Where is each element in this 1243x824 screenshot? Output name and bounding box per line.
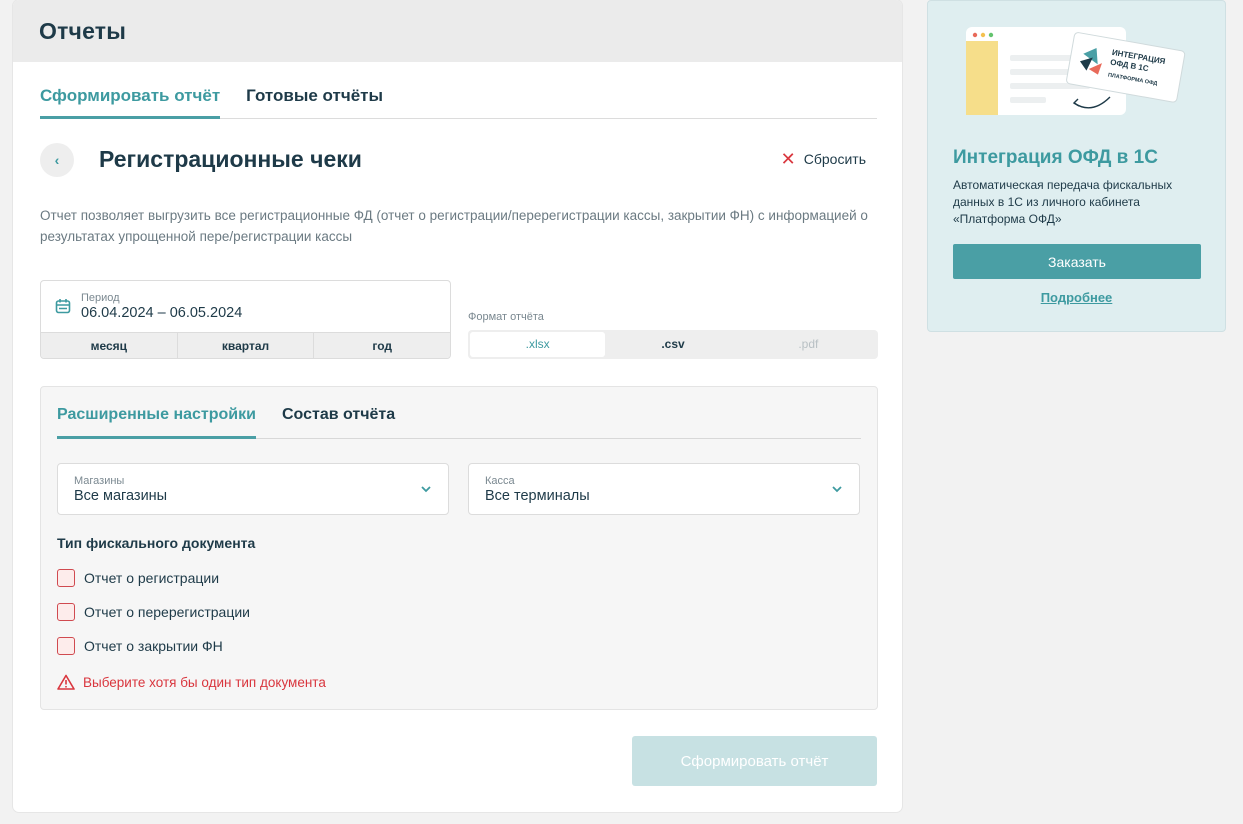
period-label: Период [81, 292, 120, 304]
period-picker: Период 06.04.2024 – 06.05.2024 месяц ква… [40, 280, 451, 359]
doc-type-registration[interactable]: Отчет о регистрации [57, 569, 219, 587]
format-pdf-option: .pdf [798, 337, 819, 351]
back-button[interactable]: ‹ [40, 143, 74, 177]
period-field[interactable]: Период 06.04.2024 – 06.05.2024 [41, 281, 450, 332]
period-quarter-button[interactable]: квартал [178, 333, 315, 358]
chevron-down-icon [421, 486, 431, 493]
period-month-button[interactable]: месяц [41, 333, 178, 358]
tab-report-composition[interactable]: Состав отчёта [282, 403, 395, 439]
kassa-label: Касса [485, 475, 515, 487]
checkbox-label: Отчет о перерегистрации [84, 604, 250, 620]
checkbox-label: Отчет о регистрации [84, 570, 220, 586]
integration-illustration: ИНТЕГРАЦИЯ ОФД В 1С ПЛАТФОРМА ОФД [966, 27, 1186, 115]
kassa-value: Все терминалы [485, 488, 590, 504]
top-tabs: Сформировать отчёт Готовые отчёты [40, 86, 877, 119]
warning-icon [57, 674, 75, 690]
generate-report-button[interactable]: Сформировать отчёт [632, 736, 877, 786]
period-value: 06.04.2024 – 06.05.2024 [81, 305, 243, 321]
format-xlsx-option[interactable]: .xlsx [470, 332, 606, 357]
checkbox-label: Отчет о закрытии ФН [84, 638, 223, 654]
chevron-down-icon [832, 486, 842, 493]
validation-error: Выберите хотя бы один тип документа [57, 674, 326, 690]
main-card: Отчеты Сформировать отчёт Готовые отчёты… [13, 0, 902, 812]
checkbox[interactable] [57, 569, 75, 587]
report-title: Регистрационные чеки [99, 146, 362, 172]
checkbox[interactable] [57, 637, 75, 655]
promo-title: Интеграция ОФД в 1С [953, 147, 1158, 168]
order-button[interactable]: Заказать [953, 244, 1201, 279]
close-icon: ✕ [780, 149, 796, 169]
period-year-button[interactable]: год [314, 333, 450, 358]
chevron-left-icon: ‹ [54, 152, 60, 168]
stores-value: Все магазины [74, 488, 168, 504]
page-header: Отчеты [13, 0, 902, 62]
settings-panel: Расширенные настройки Состав отчёта Мага… [40, 386, 878, 710]
promo-card: ИНТЕГРАЦИЯ ОФД В 1С ПЛАТФОРМА ОФД Интегр… [927, 0, 1226, 332]
reset-button[interactable]: ✕ Сбросить [780, 149, 866, 169]
tab-ready-reports[interactable]: Готовые отчёты [246, 86, 383, 119]
details-link[interactable]: Подробнее [928, 290, 1225, 305]
doc-type-title: Тип фискального документа [57, 535, 256, 551]
format-label: Формат отчёта [468, 311, 544, 323]
kassa-select[interactable]: Касса Все терминалы [468, 463, 860, 515]
reset-label: Сбросить [803, 151, 866, 167]
report-description: Отчет позволяет выгрузить все регистраци… [40, 208, 868, 244]
promo-text: Автоматическая передача фискальных данны… [953, 178, 1173, 226]
doc-type-reregistration[interactable]: Отчет о перерегистрации [57, 603, 250, 621]
stores-label: Магазины [74, 475, 125, 487]
format-csv-option[interactable]: .csv [605, 332, 740, 357]
checkbox[interactable] [57, 603, 75, 621]
period-quick-select: месяц квартал год [41, 332, 450, 358]
stores-select[interactable]: Магазины Все магазины [57, 463, 449, 515]
doc-type-fn-closing[interactable]: Отчет о закрытии ФН [57, 637, 223, 655]
settings-tabs: Расширенные настройки Состав отчёта [57, 403, 861, 439]
tab-advanced-settings[interactable]: Расширенные настройки [57, 403, 256, 439]
calendar-icon [55, 299, 71, 314]
error-text: Выберите хотя бы один тип документа [83, 674, 326, 690]
tab-create-report[interactable]: Сформировать отчёт [40, 86, 221, 119]
format-selector: .xlsx .csv .pdf [468, 330, 878, 359]
page-title: Отчеты [39, 17, 127, 44]
